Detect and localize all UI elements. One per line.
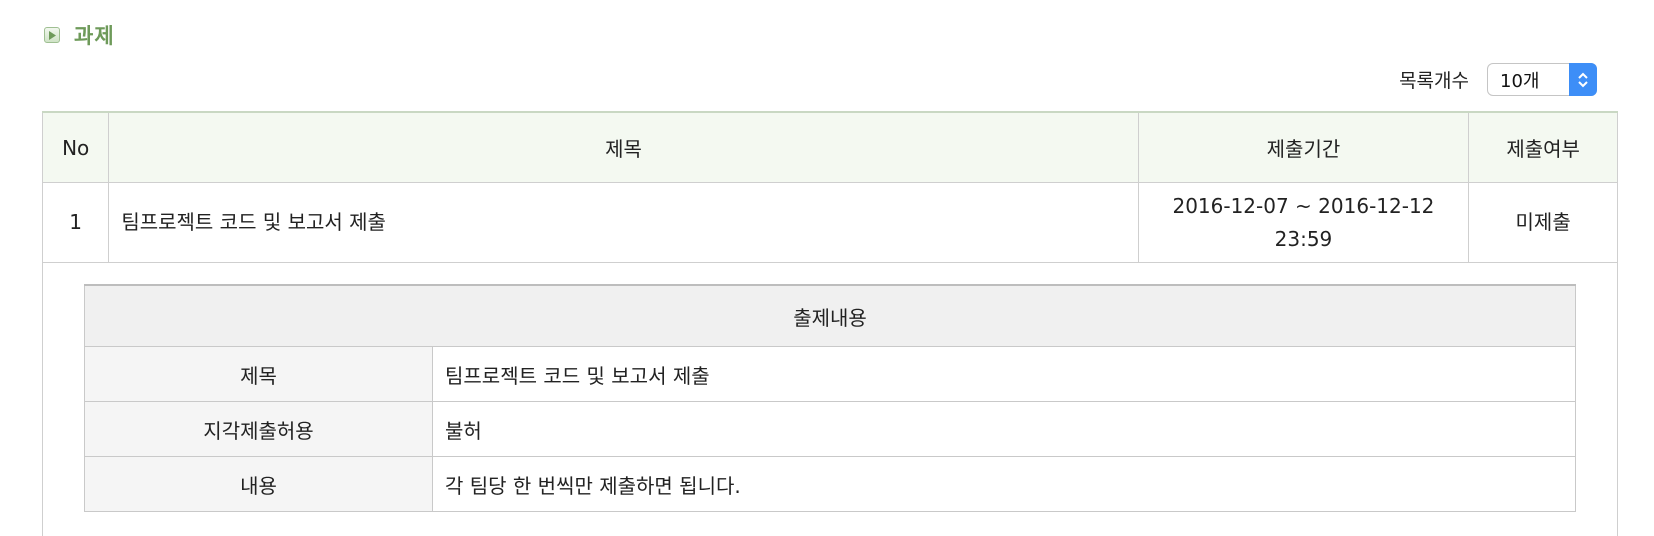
period-end-time: 23:59 (1139, 223, 1469, 256)
row-period: 2016-12-07 ~ 2016-12-12 23:59 (1138, 183, 1469, 263)
detail-label-title: 제목 (85, 347, 433, 402)
play-icon (44, 27, 60, 43)
detail-label-late-submission: 지각제출허용 (85, 402, 433, 457)
detail-container: 출제내용 제목 팀프로젝트 코드 및 보고서 제출 지각제출허용 불허 내용 각… (43, 263, 1618, 536)
row-status: 미제출 (1469, 183, 1618, 263)
list-count-label: 목록개수 (1399, 66, 1469, 93)
detail-field-row: 제목 팀프로젝트 코드 및 보고서 제출 (85, 347, 1576, 402)
header-status: 제출여부 (1469, 112, 1618, 183)
detail-value-late-submission: 불허 (433, 402, 1576, 457)
header-period: 제출기간 (1138, 112, 1469, 183)
detail-value-content: 각 팀당 한 번씩만 제출하면 됩니다. (433, 457, 1576, 512)
period-start-end: 2016-12-07 ~ 2016-12-12 (1139, 190, 1469, 223)
row-title[interactable]: 팀프로젝트 코드 및 보고서 제출 (109, 183, 1138, 263)
detail-heading: 출제내용 (85, 285, 1576, 347)
header-title: 제목 (109, 112, 1138, 183)
header-no: No (43, 112, 109, 183)
detail-field-row: 지각제출허용 불허 (85, 402, 1576, 457)
list-count-select[interactable]: 10개 (1487, 63, 1597, 96)
select-arrows-icon[interactable] (1569, 63, 1597, 96)
list-count-control: 목록개수 10개 (1399, 62, 1597, 97)
section-title: 과제 (74, 20, 115, 50)
table-header-row: No 제목 제출기간 제출여부 (43, 112, 1618, 183)
section-header: 과제 (44, 18, 115, 52)
row-no: 1 (43, 183, 109, 263)
assignment-table: No 제목 제출기간 제출여부 1 팀프로젝트 코드 및 보고서 제출 2016… (42, 111, 1618, 536)
list-count-selected-value: 10개 (1500, 67, 1539, 93)
row-title-text[interactable]: 팀프로젝트 코드 및 보고서 제출 (121, 210, 386, 234)
detail-table: 출제내용 제목 팀프로젝트 코드 및 보고서 제출 지각제출허용 불허 내용 각… (84, 284, 1576, 512)
detail-label-content: 내용 (85, 457, 433, 512)
detail-row: 출제내용 제목 팀프로젝트 코드 및 보고서 제출 지각제출허용 불허 내용 각… (43, 263, 1618, 536)
detail-value-title: 팀프로젝트 코드 및 보고서 제출 (433, 347, 1576, 402)
detail-field-row: 내용 각 팀당 한 번씩만 제출하면 됩니다. (85, 457, 1576, 512)
table-row[interactable]: 1 팀프로젝트 코드 및 보고서 제출 2016-12-07 ~ 2016-12… (43, 183, 1618, 263)
